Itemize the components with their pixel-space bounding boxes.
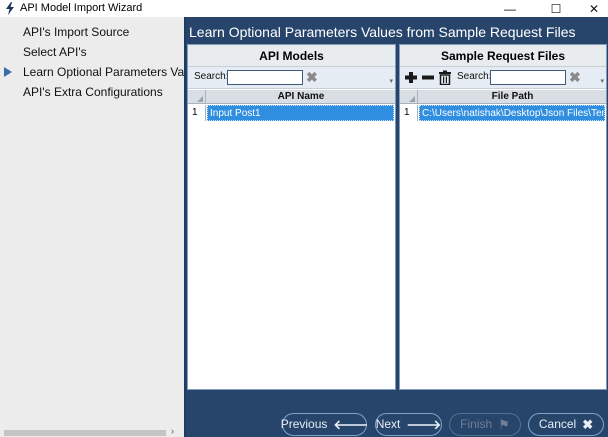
file-path-cell[interactable]: C:\Users\natishak\Desktop\Json Files\Tem… (419, 105, 605, 121)
arrow-left-icon: 🡐 (333, 417, 369, 432)
sidebar-horizontal-scrollbar[interactable]: › (0, 426, 184, 437)
clear-search-icon[interactable]: ✖ (306, 69, 318, 85)
main-content: Learn Optional Parameters Values from Sa… (186, 17, 608, 437)
step-extra-configurations[interactable]: API's Extra Configurations (0, 82, 184, 102)
clear-search-icon[interactable]: ✖ (569, 69, 581, 85)
column-header-file-path[interactable]: File Path (419, 90, 606, 104)
panel-title: API Models (188, 45, 395, 67)
column-header-api-name[interactable]: API Name (207, 90, 395, 104)
grid-header: API Name (188, 90, 395, 104)
search-label: Search: (457, 71, 492, 82)
wizard-steps-sidebar: API's Import Source Select API's Learn O… (0, 17, 206, 437)
sample-request-files-panel: Sample Request Files Search: ✖ ▾ File Pa… (399, 44, 607, 390)
step-select-apis[interactable]: Select API's (0, 42, 184, 62)
arrow-right-icon: 🡒 (406, 417, 442, 432)
table-row[interactable]: 1 Input Post1 (188, 105, 395, 121)
next-label: Next (375, 417, 401, 431)
sample-files-search-input[interactable] (490, 70, 566, 85)
finish-flag-icon: ⚑ (498, 417, 510, 432)
step-label: API's Extra Configurations (23, 85, 163, 99)
cancel-label: Cancel (538, 417, 577, 431)
minimize-button[interactable]: — (490, 0, 530, 17)
row-number: 1 (400, 105, 418, 121)
api-name-cell[interactable]: Input Post1 (207, 105, 394, 121)
scroll-right-icon[interactable]: › (171, 426, 174, 436)
wizard-window: API Model Import Wizard — ☐ ✕ API's Impo… (0, 0, 608, 437)
step-label: API's Import Source (23, 25, 130, 39)
step-label: Select API's (23, 45, 87, 59)
finish-button[interactable]: Finish ⚑ (449, 413, 521, 436)
toolbar-overflow-icon[interactable]: ▾ (389, 77, 393, 85)
sample-files-toolbar: Search: ✖ ▾ (400, 67, 606, 89)
step-label: Learn Optional Parameters Values (23, 65, 207, 79)
current-step-arrow-icon (4, 67, 12, 77)
window-title: API Model Import Wizard (20, 2, 143, 14)
cancel-button[interactable]: Cancel ✖ (528, 413, 604, 436)
panel-title: Sample Request Files (400, 45, 606, 67)
close-window-button[interactable]: ✕ (574, 0, 608, 17)
table-row[interactable]: 1 C:\Users\natishak\Desktop\Json Files\T… (400, 105, 606, 121)
step-import-source[interactable]: API's Import Source (0, 22, 184, 42)
api-models-toolbar: Search: ✖ ▾ (188, 67, 395, 89)
grid-header: File Path (400, 90, 606, 104)
previous-button[interactable]: Previous 🡐 (280, 413, 369, 436)
search-label: Search: (194, 71, 229, 82)
step-learn-optional-parameters[interactable]: Learn Optional Parameters Values (0, 62, 206, 82)
app-logo-icon (6, 2, 14, 15)
api-models-panel: API Models Search: ✖ ▾ API Name 1 Input … (187, 44, 396, 390)
select-all-corner[interactable] (400, 90, 418, 104)
previous-label: Previous (280, 417, 328, 431)
maximize-button[interactable]: ☐ (536, 0, 576, 17)
close-icon: ✖ (582, 417, 594, 432)
title-bar: API Model Import Wizard — ☐ ✕ (0, 0, 608, 17)
remove-icon[interactable] (421, 70, 435, 85)
delete-icon[interactable] (438, 70, 452, 85)
toolbar-overflow-icon[interactable]: ▾ (600, 77, 604, 85)
page-title: Learn Optional Parameters Values from Sa… (189, 24, 576, 40)
select-all-corner[interactable] (188, 90, 206, 104)
scrollbar-thumb[interactable] (4, 430, 166, 436)
add-icon[interactable] (404, 70, 418, 85)
row-number: 1 (188, 105, 206, 121)
next-button[interactable]: Next 🡒 (375, 413, 442, 436)
finish-label: Finish (460, 417, 493, 431)
api-models-search-input[interactable] (227, 70, 303, 85)
